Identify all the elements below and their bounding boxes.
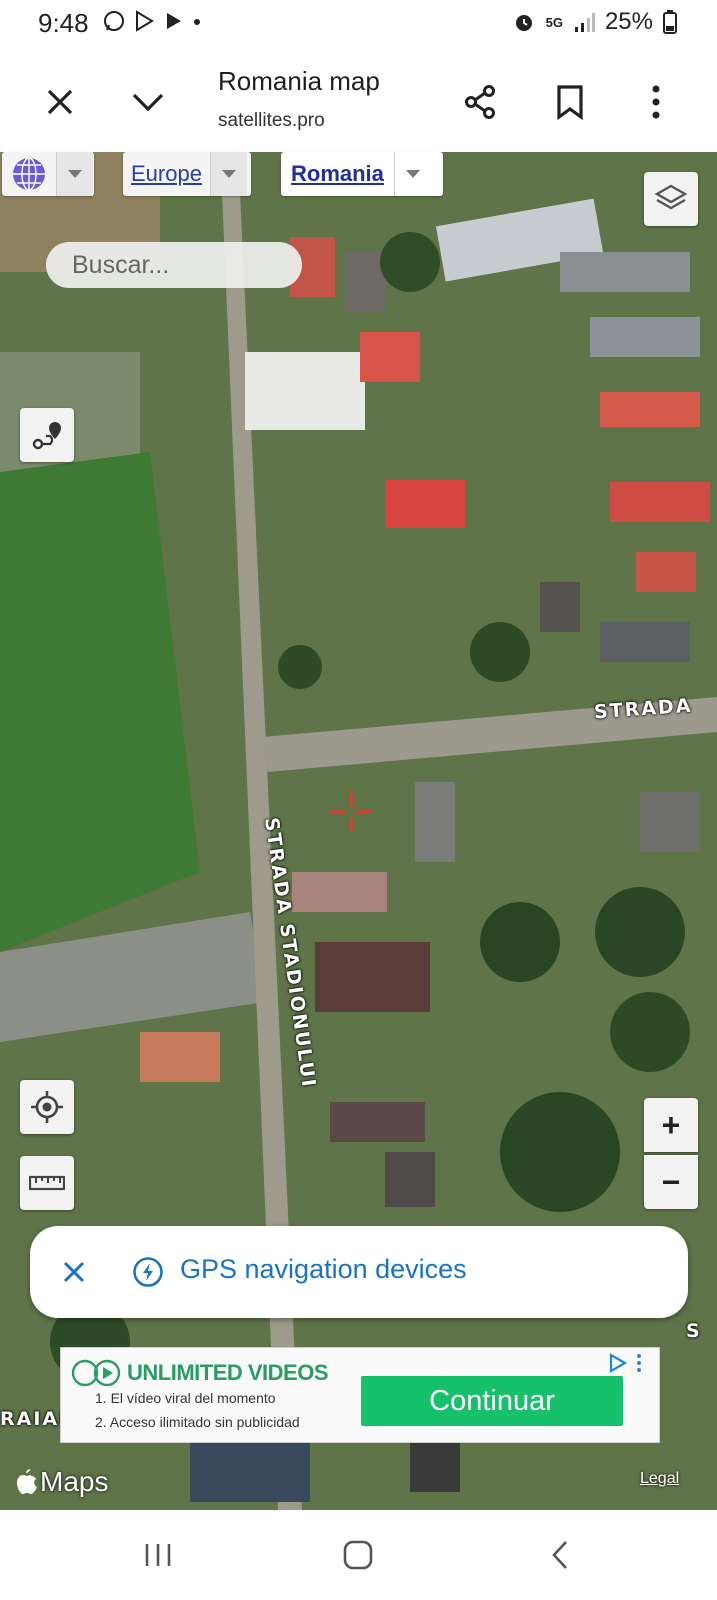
home-icon: [343, 1540, 373, 1570]
status-bar: 9:48 5G 25%: [0, 0, 717, 50]
battery-icon: [663, 10, 677, 34]
ad-line-2: 2. Acceso ilimitado sin publicidad: [95, 1414, 300, 1430]
ad-logo-icon: [71, 1359, 121, 1387]
maps-brand: Maps: [40, 1466, 109, 1497]
share-button[interactable]: [454, 76, 506, 128]
page-title: Romania map: [218, 66, 380, 96]
road-label-edge: S: [686, 1320, 702, 1342]
recent-apps-icon: [145, 1544, 171, 1566]
caret-down-icon: [221, 170, 236, 178]
network-type: 5G: [545, 14, 563, 30]
gps-banner-close-button[interactable]: [52, 1250, 96, 1294]
back-button[interactable]: [530, 1530, 590, 1580]
ad-continue-button[interactable]: Continuar: [361, 1376, 623, 1426]
status-time: 9:48: [38, 8, 89, 38]
zoom-in-label: +: [661, 1106, 681, 1143]
layers-button[interactable]: [644, 172, 698, 226]
home-button[interactable]: [328, 1530, 388, 1580]
close-icon: [63, 1261, 85, 1283]
ad-title: UNLIMITED VIDEOS: [127, 1360, 329, 1385]
minimize-button[interactable]: [124, 78, 172, 126]
system-nav-bar: [0, 1510, 717, 1600]
measure-button[interactable]: [20, 1156, 74, 1210]
more-vertical-icon: [652, 85, 660, 119]
search-input[interactable]: Buscar...: [46, 242, 302, 288]
route-icon: [32, 422, 61, 450]
play-icon: [167, 13, 181, 29]
ad-choices-icon[interactable]: [607, 1352, 647, 1374]
maps-attribution: Maps: [16, 1466, 108, 1498]
locate-icon: [31, 1091, 63, 1123]
battery-percent: 25%: [604, 8, 653, 35]
lightning-icon: [133, 1257, 163, 1287]
world-selector[interactable]: [2, 152, 94, 196]
zoom-out-button[interactable]: −: [644, 1155, 698, 1209]
close-button[interactable]: [36, 78, 84, 126]
zoom-in-button[interactable]: +: [644, 1098, 698, 1152]
apple-logo-icon: [17, 1469, 37, 1494]
more-options-button[interactable]: [630, 76, 682, 128]
bookmark-button[interactable]: [544, 76, 596, 128]
gps-banner-text[interactable]: GPS navigation devices: [180, 1254, 467, 1285]
caret-down-icon: [68, 170, 82, 178]
bookmark-icon: [557, 85, 583, 120]
signal-icon: [574, 13, 595, 32]
region-selector[interactable]: Europe: [123, 152, 251, 196]
alarm-icon: [515, 15, 532, 31]
status-notification-icons: [102, 9, 202, 33]
caret-down-icon: [405, 170, 420, 178]
status-system-icons: 5G 25%: [512, 8, 677, 36]
recent-apps-button[interactable]: [128, 1530, 188, 1580]
chevron-down-icon: [132, 93, 164, 112]
region-link[interactable]: Europe: [123, 152, 210, 196]
browser-toolbar: Romania map satellites.pro: [0, 50, 717, 152]
ruler-icon: [29, 1175, 65, 1191]
page-url: satellites.pro: [218, 110, 325, 131]
country-selector[interactable]: Romania: [281, 152, 443, 196]
globe-icon-wrap: [2, 152, 56, 196]
ad-line-1: 1. El vídeo viral del momento: [95, 1390, 276, 1406]
region-dropdown-arrow[interactable]: [209, 152, 247, 196]
locate-me-button[interactable]: [20, 1080, 74, 1134]
legal-link[interactable]: Legal: [640, 1470, 679, 1488]
route-button[interactable]: [20, 408, 74, 462]
back-icon: [552, 1541, 567, 1569]
country-dropdown-arrow[interactable]: [393, 152, 431, 196]
gps-banner[interactable]: GPS navigation devices: [30, 1226, 688, 1318]
whatsapp-icon: [104, 11, 124, 31]
close-icon: [47, 89, 73, 115]
globe-icon: [13, 157, 45, 191]
layers-icon: [654, 184, 688, 210]
country-link[interactable]: Romania: [281, 152, 394, 196]
play-store-icon: [136, 10, 154, 32]
world-dropdown-arrow[interactable]: [56, 152, 93, 196]
zoom-out-label: −: [661, 1163, 681, 1200]
dot-icon: [194, 19, 200, 25]
advertisement[interactable]: UNLIMITED VIDEOS 1. El vídeo viral del m…: [60, 1347, 660, 1443]
share-icon: [465, 85, 495, 119]
